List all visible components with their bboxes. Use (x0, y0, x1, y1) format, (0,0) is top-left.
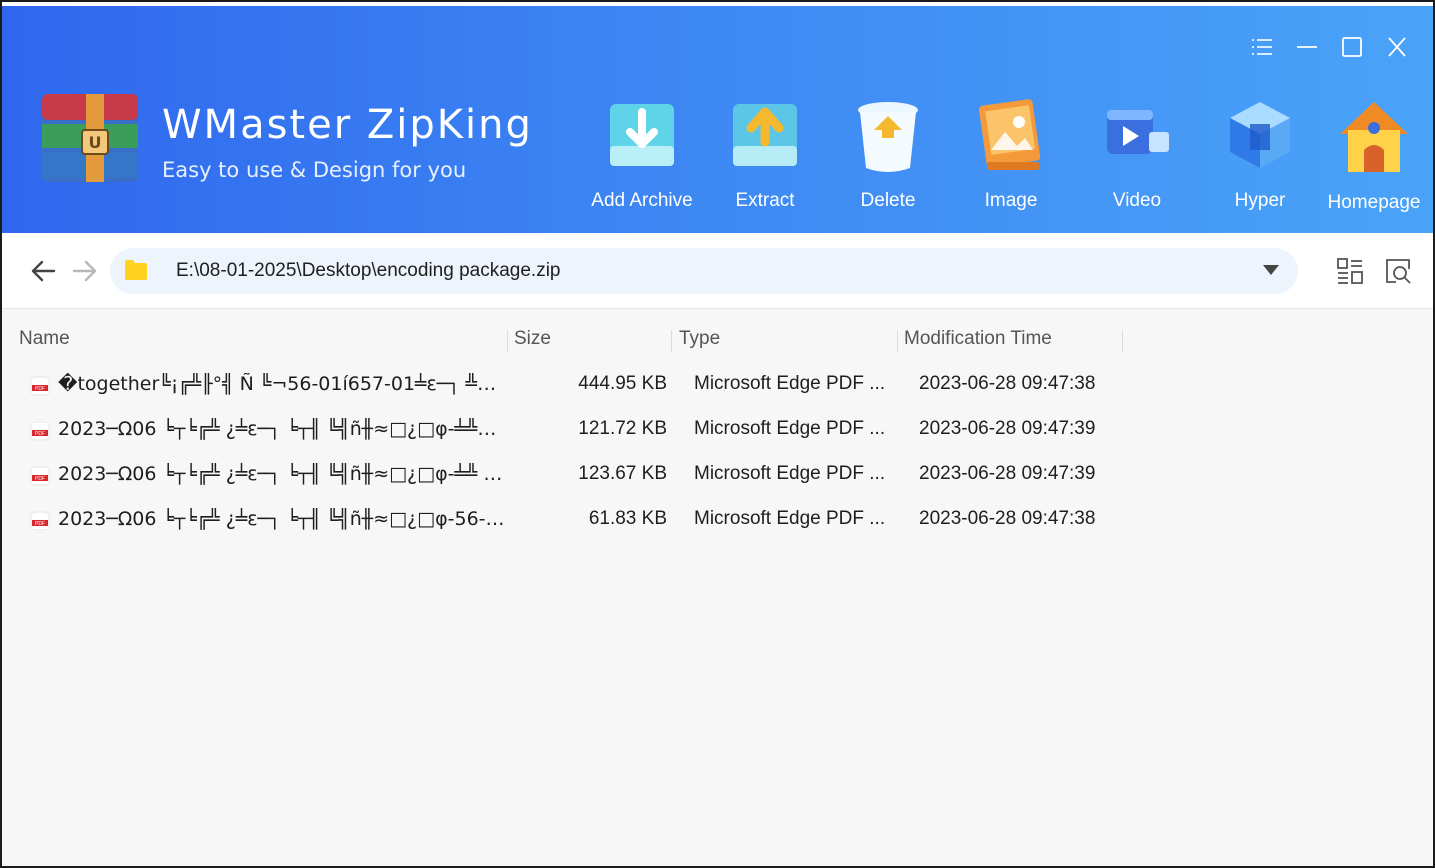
back-button[interactable] (28, 257, 58, 285)
file-modified: 2023-06-28 09:47:38 (919, 508, 1096, 529)
delete-label: Delete (860, 190, 916, 211)
search-icon[interactable] (1384, 257, 1412, 285)
forward-arrow-icon (72, 260, 97, 282)
video-icon (1107, 110, 1169, 154)
pdf-file-icon: PDF (30, 376, 50, 396)
file-row[interactable]: PDF �together╚¡╔╩╟°╣ Ñ ╚¬56-01í657-01╧ε─… (2, 362, 1142, 407)
window-controls (1239, 30, 1419, 64)
delete-button[interactable]: Delete (823, 96, 953, 221)
file-name: 2023─Ω06 ╘┬╘╔╩ ¿╧ε─┐ ╘┬╢ ╚╣ñ╫≈□¿□φ-╧╩ ╟□… (58, 463, 506, 485)
add-archive-icon (610, 104, 674, 166)
extract-label: Extract (735, 190, 795, 211)
menu-icon (1251, 39, 1272, 55)
column-header-size[interactable]: Size (514, 328, 551, 350)
app-title: WMaster ZipKing (162, 102, 533, 148)
file-modified: 2023-06-28 09:47:39 (919, 463, 1096, 484)
column-divider[interactable] (507, 330, 508, 352)
hyper-icon (1230, 102, 1290, 168)
homepage-button[interactable]: Homepage (1309, 96, 1433, 221)
svg-text:PDF: PDF (35, 521, 45, 527)
homepage-icon (1340, 102, 1408, 172)
image-label: Image (984, 190, 1038, 211)
hyper-button[interactable]: Hyper (1195, 96, 1325, 221)
navigation-bar: E:\08-01-2025\Desktop\encoding package.z… (2, 233, 1433, 309)
minimize-button[interactable] (1284, 30, 1329, 64)
file-name: �together╚¡╔╩╟°╣ Ñ ╚¬56-01í657-01╧ε─┐ ╩╣… (58, 373, 506, 395)
file-size: 61.83 KB (588, 508, 667, 529)
forward-button[interactable] (70, 257, 100, 285)
extract-icon (733, 104, 797, 166)
video-button[interactable]: Video (1072, 96, 1202, 221)
image-icon (979, 99, 1041, 170)
file-type: Microsoft Edge PDF ... (694, 373, 886, 394)
image-button[interactable]: Image (946, 96, 1076, 221)
add-archive-button[interactable]: Add Archive (577, 96, 707, 221)
path-text: E:\08-01-2025\Desktop\encoding package.z… (176, 260, 561, 281)
folder-icon (125, 260, 147, 280)
maximize-icon (1341, 37, 1362, 57)
file-type: Microsoft Edge PDF ... (694, 463, 886, 484)
file-name: 2023─Ω06 ╘┬╘╔╩ ¿╧ε─┐ ╘┬╢ ╚╣ñ╫≈□¿□φ-56-57… (58, 508, 506, 530)
file-row[interactable]: PDF 2023─Ω06 ╘┬╘╔╩ ¿╧ε─┐ ╘┬╢ ╚╣ñ╫≈□¿□φ-╧… (2, 407, 1142, 452)
menu-button[interactable] (1239, 30, 1284, 64)
app-subtitle: Easy to use & Design for you (162, 158, 467, 182)
file-type: Microsoft Edge PDF ... (694, 508, 886, 529)
back-arrow-icon (31, 260, 56, 282)
column-divider[interactable] (897, 330, 898, 352)
file-row[interactable]: PDF 2023─Ω06 ╘┬╘╔╩ ¿╧ε─┐ ╘┬╢ ╚╣ñ╫≈□¿□φ-5… (2, 497, 1142, 542)
column-header-name[interactable]: Name (19, 328, 70, 350)
file-row[interactable]: PDF 2023─Ω06 ╘┬╘╔╩ ¿╧ε─┐ ╘┬╢ ╚╣ñ╫≈□¿□φ-╧… (2, 452, 1142, 497)
file-name: 2023─Ω06 ╘┬╘╔╩ ¿╧ε─┐ ╘┬╢ ╚╣ñ╫≈□¿□φ-╧╩╕ ·… (58, 418, 506, 440)
add-archive-label: Add Archive (591, 190, 693, 211)
close-button[interactable] (1374, 30, 1419, 64)
app-logo-icon: U (42, 94, 138, 182)
file-size: 121.72 KB (578, 418, 667, 439)
column-divider[interactable] (671, 330, 672, 352)
column-divider[interactable] (1122, 330, 1123, 352)
column-header-type[interactable]: Type (679, 328, 720, 350)
close-icon (1387, 37, 1406, 57)
extract-button[interactable]: Extract (700, 96, 830, 221)
pdf-file-icon: PDF (30, 511, 50, 531)
svg-text:PDF: PDF (35, 476, 45, 482)
svg-text:PDF: PDF (35, 386, 45, 392)
app-window: U WMaster ZipKing Easy to use & Design f… (0, 0, 1435, 868)
path-bar[interactable]: E:\08-01-2025\Desktop\encoding package.z… (110, 248, 1298, 294)
homepage-label: Homepage (1327, 192, 1421, 213)
pdf-file-icon: PDF (30, 421, 50, 441)
hyper-label: Hyper (1234, 190, 1286, 211)
file-size: 444.95 KB (578, 373, 667, 394)
file-size: 123.67 KB (578, 463, 667, 484)
svg-text:PDF: PDF (35, 431, 45, 437)
minimize-icon (1296, 46, 1317, 48)
file-type: Microsoft Edge PDF ... (694, 418, 886, 439)
delete-icon (858, 102, 918, 172)
file-modified: 2023-06-28 09:47:38 (919, 373, 1096, 394)
chevron-down-icon[interactable] (1262, 264, 1280, 276)
pdf-file-icon: PDF (30, 466, 50, 486)
svg-text:U: U (89, 133, 102, 152)
header-banner: U WMaster ZipKing Easy to use & Design f… (2, 6, 1433, 233)
file-list: Name Size Type Modification Time PDF �to… (2, 310, 1433, 866)
maximize-button[interactable] (1329, 30, 1374, 64)
column-header-modified[interactable]: Modification Time (904, 328, 1052, 350)
file-modified: 2023-06-28 09:47:39 (919, 418, 1096, 439)
video-label: Video (1112, 190, 1162, 211)
view-mode-icon[interactable] (1336, 257, 1364, 285)
